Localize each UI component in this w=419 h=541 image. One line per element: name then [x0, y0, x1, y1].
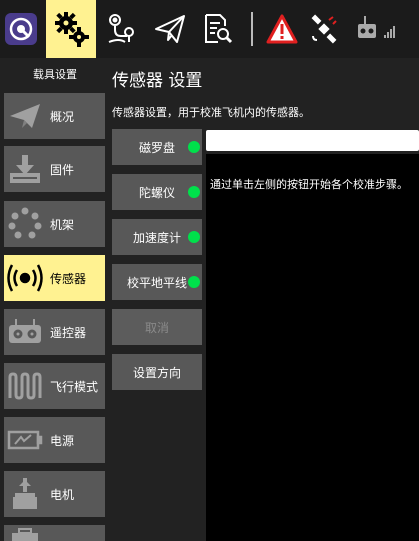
sidebar-item-label: 电机	[50, 487, 75, 502]
accelerometer-calibrate-button[interactable]: 加速度计	[112, 219, 202, 255]
sensor-icon	[4, 255, 46, 301]
plane-icon	[4, 93, 46, 139]
sidebar-item-firmware[interactable]: 固件	[4, 146, 105, 192]
gyroscope-label: 陀螺仪	[138, 185, 175, 200]
toolbar-divider	[251, 12, 253, 46]
accelerometer-status-dot	[188, 231, 200, 243]
sidebar-item-radio[interactable]: 遥控器	[4, 309, 105, 355]
gears-icon	[55, 12, 89, 47]
sidebar-item-label: 概况	[50, 109, 75, 124]
level-horizon-button[interactable]: 校平地平线	[112, 264, 202, 300]
airframe-icon	[4, 201, 46, 247]
gyroscope-calibrate-button[interactable]: 陀螺仪	[112, 174, 202, 210]
compass-label: 磁罗盘	[138, 140, 175, 155]
remote-icon	[4, 309, 46, 355]
paper-plane-icon	[155, 15, 185, 43]
top-toolbar	[0, 0, 419, 58]
sidebar-item-label: 电源	[50, 433, 75, 448]
cancel-label: 取消	[144, 320, 169, 335]
app-logo-button[interactable]	[0, 0, 42, 58]
battery-icon	[4, 417, 46, 463]
gps-indicator[interactable]	[304, 0, 344, 58]
sidebar-item-sensors[interactable]: 传感器	[4, 255, 105, 301]
page-description: 传感器设置，用于校准飞机内的传感器。	[112, 106, 310, 119]
sidebar-item-label: 遥控器	[50, 325, 87, 340]
qgc-logo-icon	[5, 13, 37, 45]
cancel-button[interactable]: 取消	[112, 309, 202, 345]
calibration-status-text: 通过单击左侧的按钮开始各个校准步骤。	[210, 178, 408, 191]
sidebar-item-label: 机架	[50, 217, 75, 232]
sidebar-item-label: 飞行模式	[50, 379, 99, 394]
compass-status-dot	[188, 141, 200, 153]
wave-icon	[4, 363, 46, 409]
warning-triangle-icon	[266, 14, 298, 44]
satellite-icon	[311, 14, 337, 44]
sidebar-item-label: 传感器	[50, 271, 87, 286]
sidebar-item-next-partial[interactable]	[4, 525, 105, 541]
plan-view-button[interactable]	[98, 0, 146, 58]
download-icon	[4, 146, 46, 192]
gyroscope-status-dot	[188, 186, 200, 198]
document-search-icon	[205, 14, 233, 44]
rc-signal-icon	[358, 16, 395, 38]
toolbox-icon	[4, 510, 46, 541]
level-horizon-label: 校平地平线	[126, 275, 187, 290]
sidebar-title: 载具设置	[33, 68, 77, 81]
calibration-progress-bar	[206, 130, 419, 151]
plan-route-icon	[108, 14, 134, 43]
analyze-view-button[interactable]	[194, 0, 240, 58]
sidebar-item-flight-modes[interactable]: 飞行模式	[4, 363, 105, 409]
sidebar-item-summary[interactable]: 概况	[4, 93, 105, 139]
calibration-status-area: 通过单击左侧的按钮开始各个校准步骤。	[206, 154, 419, 541]
set-orientation-button[interactable]: 设置方向	[112, 354, 202, 390]
accelerometer-label: 加速度计	[132, 230, 181, 245]
warning-indicator[interactable]	[262, 0, 302, 58]
fly-view-button[interactable]	[146, 0, 194, 58]
set-orientation-label: 设置方向	[132, 365, 181, 380]
rc-rssi-indicator[interactable]	[350, 0, 406, 58]
level-horizon-status-dot	[188, 276, 200, 288]
sidebar-item-power[interactable]: 电源	[4, 417, 105, 463]
page-title: 传感器 设置	[112, 71, 203, 91]
vehicle-setup-button[interactable]	[46, 0, 96, 58]
sidebar-item-airframe[interactable]: 机架	[4, 201, 105, 247]
sidebar-item-label: 固件	[50, 162, 75, 177]
compass-calibrate-button[interactable]: 磁罗盘	[112, 129, 202, 165]
